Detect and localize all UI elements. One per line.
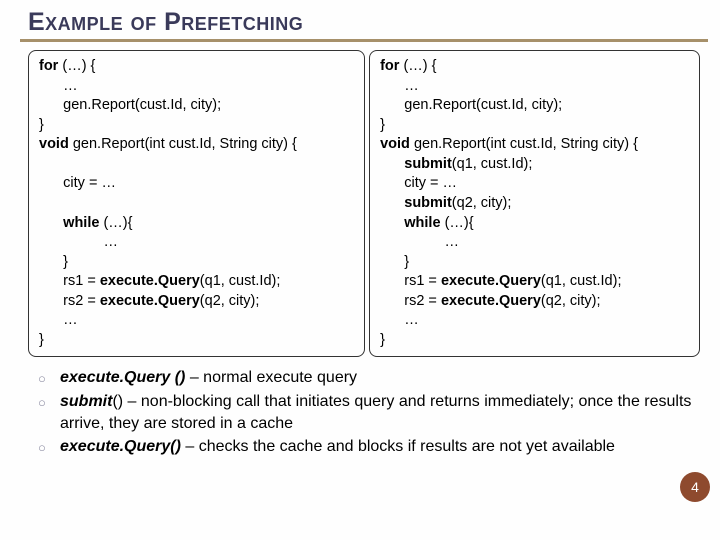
code-text: rs1 =: [380, 273, 441, 289]
slide: Example of Prefetching for (…) { … gen.R…: [0, 0, 720, 540]
page-number: 4: [680, 472, 710, 502]
code-text: }: [39, 332, 44, 348]
bullet-item: ○ submit() – non-blocking call that init…: [38, 391, 700, 434]
code-text: (q2, city);: [541, 293, 601, 309]
code-text: (q1, cust.Id);: [541, 273, 622, 289]
kw-exec: execute.Query: [441, 293, 541, 309]
bullet-icon: ○: [38, 367, 60, 389]
code-text: rs2 =: [380, 293, 441, 309]
code-text: …: [380, 312, 419, 328]
kw-submit: submit: [380, 156, 452, 172]
kw-for: for: [39, 58, 62, 74]
code-text: (…){: [445, 215, 474, 231]
code-text: gen.Report(cust.Id, city);: [39, 97, 221, 113]
code-text: rs1 =: [39, 273, 100, 289]
bullet-text: submit() – non-blocking call that initia…: [60, 391, 700, 434]
code-text: …: [39, 234, 118, 250]
bullet-text: execute.Query () – normal execute query: [60, 367, 700, 389]
bullet-list: ○ execute.Query () – normal execute quer…: [28, 367, 700, 457]
code-text: (q1, cust.Id);: [452, 156, 533, 172]
code-text: (…) {: [62, 58, 95, 74]
code-text: }: [39, 254, 68, 270]
code-text: (q2, city);: [452, 195, 512, 211]
code-text: }: [380, 117, 385, 133]
kw-exec: execute.Query: [100, 293, 200, 309]
code-text: }: [39, 117, 44, 133]
code-text: (q1, cust.Id);: [200, 273, 281, 289]
bullet-item: ○ execute.Query () – normal execute quer…: [38, 367, 700, 389]
kw-void: void: [380, 136, 414, 152]
code-text: (…){: [103, 215, 132, 231]
slide-title: Example of Prefetching: [28, 8, 708, 37]
code-text: …: [380, 78, 419, 94]
code-text: (…) {: [403, 58, 436, 74]
kw-exec: execute.Query: [100, 273, 200, 289]
kw-exec: execute.Query: [441, 273, 541, 289]
code-text: city = …: [380, 175, 457, 191]
kw-void: void: [39, 136, 73, 152]
kw-for: for: [380, 58, 403, 74]
title-bar: Example of Prefetching: [20, 8, 708, 42]
code-after: for (…) { … gen.Report(cust.Id, city); }…: [369, 50, 700, 357]
code-text: …: [39, 312, 78, 328]
kw-submit: submit: [380, 195, 452, 211]
code-text: }: [380, 254, 409, 270]
code-text: gen.Report(int cust.Id, String city) {: [414, 136, 638, 152]
bullet-item: ○ execute.Query() – checks the cache and…: [38, 436, 700, 458]
code-text: city = …: [39, 175, 116, 191]
code-text: gen.Report(int cust.Id, String city) {: [73, 136, 297, 152]
code-text: gen.Report(cust.Id, city);: [380, 97, 562, 113]
bullet-icon: ○: [38, 436, 60, 458]
code-before: for (…) { … gen.Report(cust.Id, city); }…: [28, 50, 365, 357]
bullet-text: execute.Query() – checks the cache and b…: [60, 436, 700, 458]
code-text: (q2, city);: [200, 293, 260, 309]
code-text: …: [380, 234, 459, 250]
code-text: rs2 =: [39, 293, 100, 309]
kw-while: while: [380, 215, 444, 231]
code-columns: for (…) { … gen.Report(cust.Id, city); }…: [28, 50, 700, 357]
kw-while: while: [39, 215, 103, 231]
code-text: …: [39, 78, 78, 94]
bullet-icon: ○: [38, 391, 60, 434]
code-text: }: [380, 332, 385, 348]
